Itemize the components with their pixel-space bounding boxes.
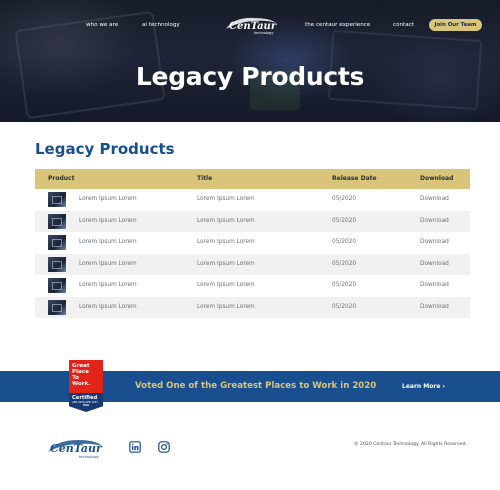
product-thumbnail[interactable] — [48, 213, 66, 229]
banner-headline: Voted One of the Greatest Places to Work… — [135, 381, 377, 391]
table-row: Lorem Ipsum Lorem Lorem Ipsum Lorem 05/2… — [35, 232, 470, 254]
download-link[interactable]: Download — [420, 275, 449, 297]
product-thumbnail[interactable] — [48, 278, 66, 293]
product-title: Lorem Ipsum Lorem — [197, 217, 255, 224]
release-date: 05/2020 — [332, 303, 357, 310]
hero-banner: who we are ai technology CenTaur technol… — [0, 0, 500, 122]
download-link[interactable]: Download — [420, 211, 449, 233]
product-title: Lorem Ipsum Lorem — [197, 196, 255, 202]
column-header-release-date: Release Date — [332, 175, 377, 182]
svg-text:technology: technology — [254, 31, 273, 35]
svg-text:technology: technology — [79, 455, 100, 459]
download-link[interactable]: Download — [420, 297, 449, 319]
footer-centaur-logo[interactable]: CenTaur technology — [46, 436, 104, 460]
release-date: 05/2020 — [332, 282, 357, 288]
learn-more-link[interactable]: Learn More › — [402, 371, 445, 402]
product-name: Lorem Ipsum Lorem — [79, 217, 137, 224]
product-name: Lorem Ipsum Lorem — [79, 282, 137, 288]
release-date: 05/2020 — [332, 260, 357, 267]
table-body: Lorem Ipsum Lorem Lorem Ipsum Lorem 05/2… — [35, 189, 470, 318]
column-header-title: Title — [197, 175, 213, 182]
table-row: Lorem Ipsum Lorem Lorem Ipsum Lorem 05/2… — [35, 210, 470, 233]
table-row: Lorem Ipsum Lorem Lorem Ipsum Lorem 05/2… — [35, 296, 470, 319]
product-title: Lorem Ipsum Lorem — [197, 260, 255, 267]
svg-text:CenTaur: CenTaur — [50, 442, 103, 455]
copyright-text: © 2020 Centaur Technology. All Rights Re… — [354, 442, 467, 447]
instagram-icon[interactable] — [158, 441, 170, 453]
release-date: 05/2020 — [332, 196, 357, 202]
table-row: Lorem Ipsum Lorem Lorem Ipsum Lorem 05/2… — [35, 275, 470, 297]
page-title: Legacy Products — [35, 140, 175, 158]
nav-link-who-we-are[interactable]: who we are — [86, 18, 118, 32]
great-place-to-work-badge: Great Place To Work. Certified APR 2020-… — [69, 360, 103, 412]
product-thumbnail[interactable] — [48, 192, 66, 207]
nav-link-centaur-experience[interactable]: the centaur experience — [305, 18, 370, 32]
product-thumbnail[interactable] — [48, 299, 66, 315]
product-name: Lorem Ipsum Lorem — [79, 260, 137, 267]
release-date: 05/2020 — [332, 217, 357, 224]
table-row: Lorem Ipsum Lorem Lorem Ipsum Lorem 05/2… — [35, 253, 470, 276]
product-title: Lorem Ipsum Lorem — [197, 282, 255, 288]
download-link[interactable]: Download — [420, 189, 449, 211]
linkedin-icon[interactable] — [129, 441, 141, 453]
download-link[interactable]: Download — [420, 232, 449, 254]
product-name: Lorem Ipsum Lorem — [79, 303, 137, 310]
nav-link-contact[interactable]: contact — [393, 18, 414, 32]
column-header-product: Product — [48, 175, 75, 182]
product-name: Lorem Ipsum Lorem — [79, 196, 137, 202]
column-header-download: Download — [420, 175, 454, 182]
nav-link-ai-technology[interactable]: ai technology — [142, 18, 180, 32]
product-title: Lorem Ipsum Lorem — [197, 303, 255, 310]
product-thumbnail[interactable] — [48, 235, 66, 250]
product-thumbnail[interactable] — [48, 256, 66, 272]
download-link[interactable]: Download — [420, 254, 449, 276]
centaur-logo[interactable]: CenTaur technology — [224, 14, 278, 36]
product-name: Lorem Ipsum Lorem — [79, 239, 137, 245]
top-navigation: who we are ai technology CenTaur technol… — [0, 17, 500, 35]
release-date: 05/2020 — [332, 239, 357, 245]
table-header: Product Title Release Date Download — [35, 169, 470, 189]
join-our-team-button[interactable]: Join Our Team — [429, 19, 482, 31]
hero-title: Legacy Products — [135, 62, 365, 91]
product-title: Lorem Ipsum Lorem — [197, 239, 255, 245]
legacy-products-table: Product Title Release Date Download Lore… — [35, 169, 470, 318]
table-row: Lorem Ipsum Lorem Lorem Ipsum Lorem 05/2… — [35, 189, 470, 211]
